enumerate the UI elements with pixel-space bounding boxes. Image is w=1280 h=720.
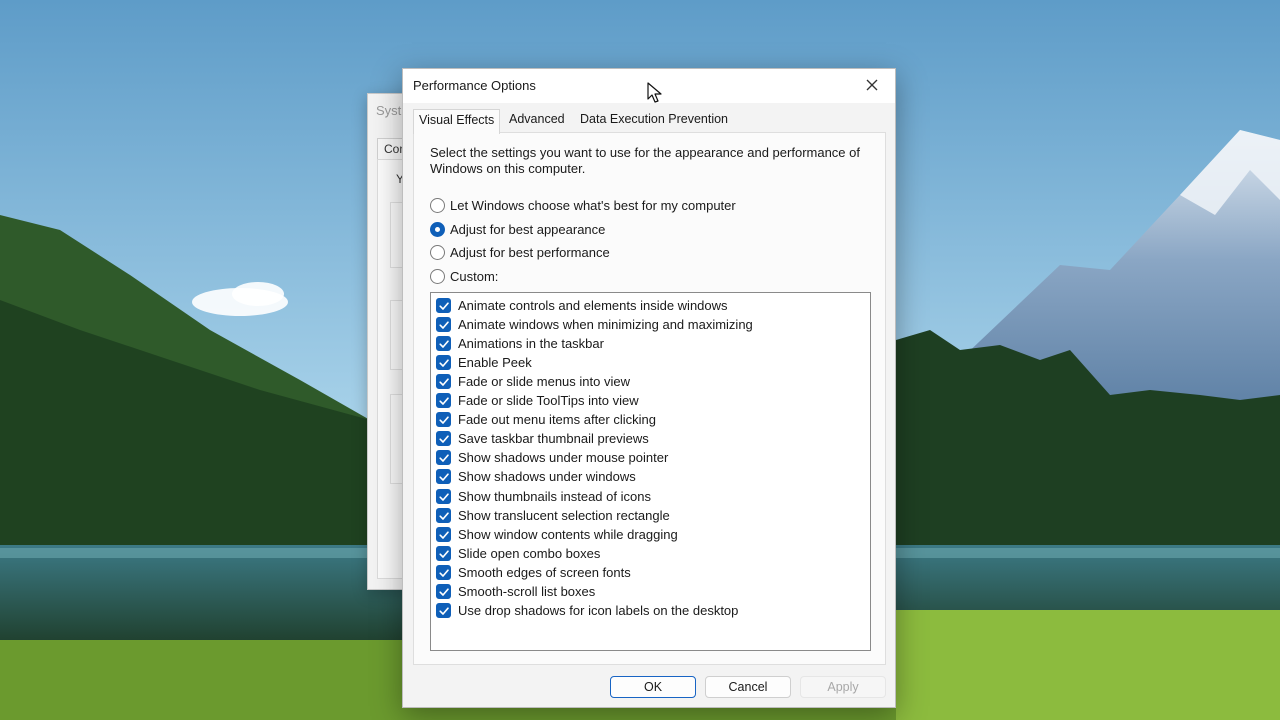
effect-checkbox[interactable] [436,469,451,485]
effect-row[interactable]: Animate controls and elements inside win… [436,296,728,314]
effect-label: Enable Peek [458,354,532,370]
check-icon [439,320,449,329]
effect-row[interactable]: Fade or slide ToolTips into view [436,392,639,410]
effect-label: Fade or slide menus into view [458,373,630,389]
radio-best-performance[interactable]: Adjust for best performance [430,243,610,261]
description-text: Select the settings you want to use for … [430,145,860,176]
visual-effects-list[interactable]: Animate controls and elements inside win… [430,292,871,651]
effect-row[interactable]: Show shadows under windows [436,468,636,486]
check-icon [439,531,449,539]
radio-best-appearance[interactable]: Adjust for best appearance [430,220,605,238]
effect-row[interactable]: Show thumbnails instead of icons [436,487,651,505]
effect-label: Use drop shadows for icon labels on the … [458,603,739,619]
effect-checkbox[interactable] [436,564,451,580]
radio-custom[interactable]: Custom: [430,267,498,285]
tab-visual-effects[interactable]: Visual Effects [413,109,501,134]
check-icon [439,550,449,558]
effect-row[interactable]: Animate windows when minimizing and maxi… [436,315,753,333]
effect-checkbox[interactable] [436,316,451,332]
effect-label: Smooth edges of screen fonts [458,564,631,580]
apply-button[interactable]: Apply [800,676,886,698]
effect-checkbox[interactable] [436,526,451,542]
effect-row[interactable]: Fade or slide menus into view [436,372,630,390]
check-icon [439,473,449,482]
radio-label: Custom: [450,268,499,284]
radio-label: Let Windows choose what's best for my co… [450,197,736,213]
effect-checkbox[interactable] [436,584,451,599]
dialog-title: Performance Options [413,78,536,93]
effect-checkbox[interactable] [436,431,451,447]
radio-button[interactable] [430,197,445,213]
check-icon [439,511,449,520]
effect-checkbox[interactable] [436,412,451,428]
effect-row[interactable]: Show translucent selection rectangle [436,506,670,524]
performance-options-dialog: Performance Options Visual Effects Advan… [402,68,896,708]
visual-effects-panel: Select the settings you want to use for … [413,132,886,665]
effect-label: Fade out menu items after clicking [458,412,656,428]
effect-label: Show window contents while dragging [458,526,678,542]
cancel-button[interactable]: Cancel [705,676,791,698]
system-properties-title: Syst [376,103,402,118]
effect-checkbox[interactable] [436,488,451,504]
check-icon [439,588,449,596]
check-icon [439,454,449,463]
effect-checkbox[interactable] [436,507,451,523]
check-icon [439,340,449,348]
effect-label: Animate controls and elements inside win… [458,297,728,313]
check-icon [439,492,449,501]
effect-label: Animations in the taskbar [458,335,604,351]
radio-let-windows-choose[interactable]: Let Windows choose what's best for my co… [430,196,736,214]
tab-data-execution-prevention[interactable]: Data Execution Prevention [575,109,733,133]
radio-label: Adjust for best appearance [450,221,606,237]
check-icon [439,378,449,386]
check-icon [439,607,449,615]
effect-label: Fade or slide ToolTips into view [458,393,639,408]
check-icon [439,416,449,424]
effect-checkbox[interactable] [436,450,451,466]
effect-label: Show shadows under mouse pointer [458,450,669,466]
close-icon [866,79,878,91]
effect-checkbox[interactable] [436,393,451,408]
effect-label: Save taskbar thumbnail previews [458,431,649,447]
effect-row[interactable]: Enable Peek [436,353,532,371]
check-icon [439,301,449,310]
effect-row[interactable]: Show shadows under mouse pointer [436,449,668,467]
effect-row[interactable]: Slide open combo boxes [436,544,600,562]
tab-advanced[interactable]: Advanced [504,109,570,133]
effect-checkbox[interactable] [436,373,451,389]
effect-row[interactable]: Show window contents while dragging [436,525,678,543]
radio-label: Adjust for best performance [450,244,610,260]
close-button[interactable] [849,69,895,101]
check-icon [439,397,449,405]
check-icon [439,359,449,367]
radio-button[interactable] [430,244,445,260]
effect-row[interactable]: Use drop shadows for icon labels on the … [436,602,738,620]
effect-label: Slide open combo boxes [458,545,601,561]
effect-checkbox[interactable] [436,545,451,561]
effect-checkbox[interactable] [436,354,451,370]
check-icon [439,435,449,443]
effect-row[interactable]: Save taskbar thumbnail previews [436,430,649,448]
ok-button[interactable]: OK [610,676,696,698]
effect-label: Smooth-scroll list boxes [458,584,596,599]
effect-checkbox[interactable] [436,297,451,313]
effect-label: Show thumbnails instead of icons [458,488,651,504]
effect-label: Show translucent selection rectangle [458,507,670,523]
check-icon [439,569,449,577]
radio-button-selected[interactable] [430,221,445,237]
effect-label: Animate windows when minimizing and maxi… [458,316,753,332]
effect-row[interactable]: Animations in the taskbar [436,334,604,352]
effect-checkbox[interactable] [436,603,451,619]
effect-label: Show shadows under windows [458,469,636,485]
effect-row[interactable]: Smooth edges of screen fonts [436,563,631,581]
effect-row[interactable]: Fade out menu items after clicking [436,411,656,429]
effect-checkbox[interactable] [436,335,451,351]
effect-row[interactable]: Smooth-scroll list boxes [436,583,595,601]
radio-button[interactable] [430,268,445,284]
mouse-pointer-icon [647,82,662,103]
